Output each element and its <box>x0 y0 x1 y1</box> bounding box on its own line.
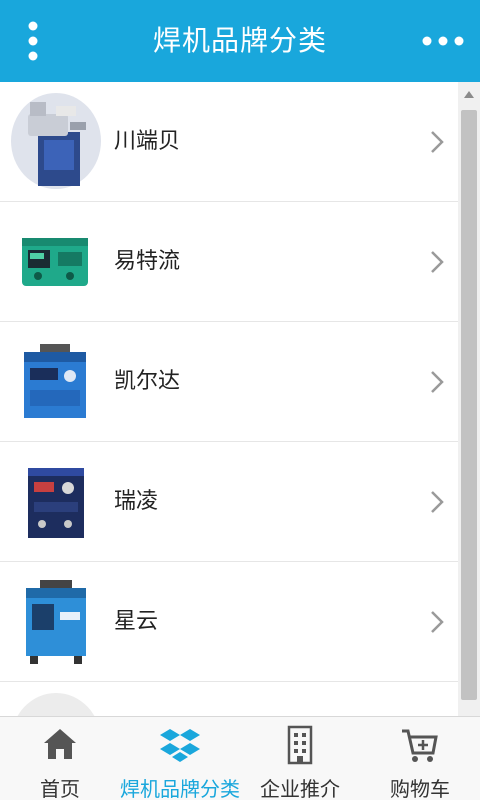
cart-icon <box>402 729 438 762</box>
list-item-brand[interactable]: 瑞凌 <box>0 442 458 562</box>
tab-label: 企业推介 <box>260 777 340 801</box>
chevron-right-icon <box>431 371 444 393</box>
scrollbar[interactable] <box>458 82 480 716</box>
dropbox-icon <box>160 729 200 762</box>
dark-welder-image <box>28 468 84 538</box>
app-header: 焊机品牌分类 <box>0 0 480 82</box>
chevron-right-icon <box>431 251 444 273</box>
tab-company[interactable]: 企业推介 <box>240 717 360 801</box>
blue-welder-image <box>24 344 86 418</box>
laser-welder-image <box>11 93 101 189</box>
horizontal-dots-icon[interactable] <box>420 24 466 58</box>
brand-label: 星云 <box>114 609 159 634</box>
building-icon <box>287 725 313 765</box>
chevron-right-icon <box>431 131 444 153</box>
tab-label: 购物车 <box>390 777 450 801</box>
brand-label: 凯尔达 <box>114 369 181 394</box>
partial-product-image <box>17 693 95 716</box>
list-item-brand[interactable]: 星云 <box>0 562 458 682</box>
tab-label: 首页 <box>40 777 80 801</box>
brand-list: 川端贝 易特流 凯尔达 瑞凌 星云 <box>0 82 458 716</box>
list-item-brand-partial[interactable] <box>0 682 458 716</box>
tab-label: 焊机品牌分类 <box>120 777 240 801</box>
list-item-brand[interactable]: 川端贝 <box>0 82 458 202</box>
green-welder-image <box>22 238 88 286</box>
cabinet-welder-image <box>26 580 86 664</box>
list-item-brand[interactable]: 易特流 <box>0 202 458 322</box>
scroll-up-arrow-icon[interactable] <box>458 88 480 102</box>
scrollbar-thumb[interactable] <box>461 110 477 700</box>
list-item-brand[interactable]: 凯尔达 <box>0 322 458 442</box>
tab-brand-categories[interactable]: 焊机品牌分类 <box>120 717 240 801</box>
brand-label: 易特流 <box>114 249 181 274</box>
bottom-tab-bar: 首页 焊机品牌分类 企业推介 购物车 <box>0 716 480 801</box>
tab-cart[interactable]: 购物车 <box>360 717 480 801</box>
brand-label: 川端贝 <box>114 129 181 154</box>
tab-home[interactable]: 首页 <box>0 717 120 801</box>
page-title: 焊机品牌分类 <box>152 24 327 57</box>
chevron-right-icon <box>431 491 444 513</box>
home-icon <box>44 729 76 759</box>
brand-label: 瑞凌 <box>114 489 159 514</box>
chevron-right-icon <box>431 611 444 633</box>
